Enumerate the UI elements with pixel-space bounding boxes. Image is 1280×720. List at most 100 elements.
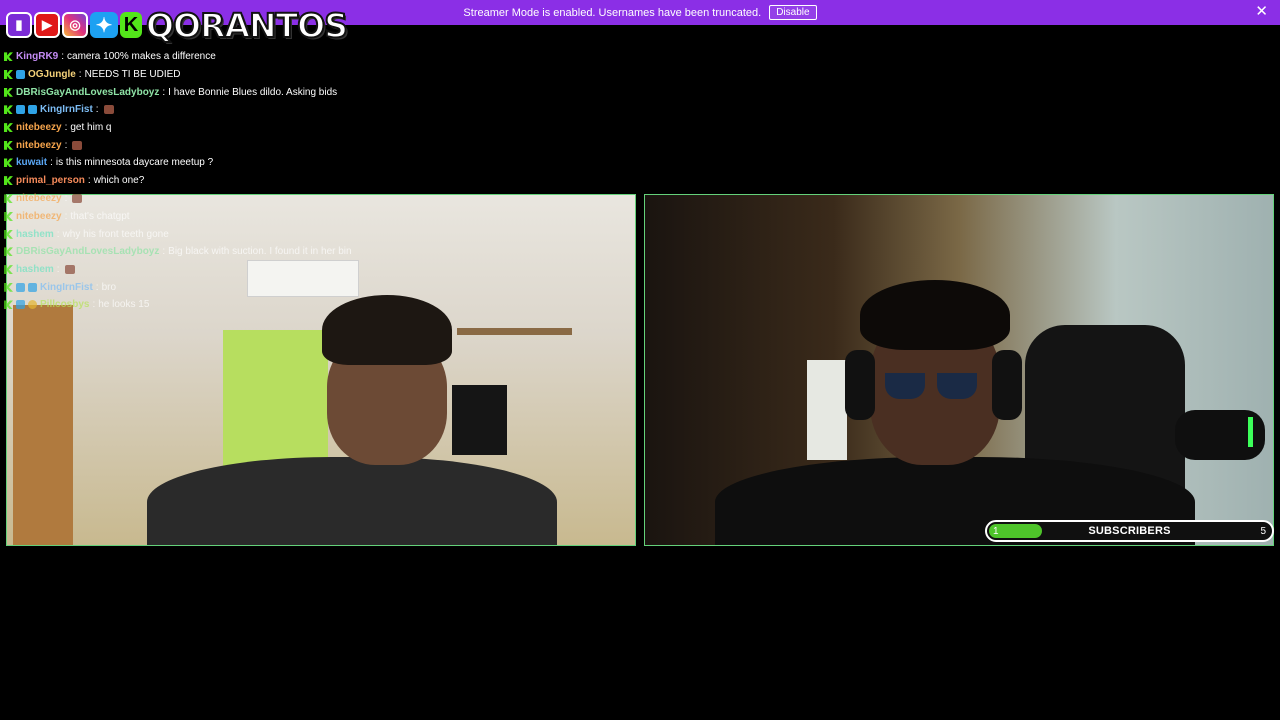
kick-badge-icon [4, 176, 13, 186]
chat-text: camera 100% makes a difference [67, 51, 216, 63]
chat-username[interactable]: KingIrnFist [40, 104, 93, 115]
subscriber-label: SUBSCRIBERS [1088, 525, 1171, 537]
chat-username[interactable]: DBRisGayAndLovesLadyboyz [16, 87, 159, 98]
chat-username[interactable]: KingRK9 [16, 51, 58, 62]
kick-badge-icon [4, 158, 13, 168]
blue-badge-icon [16, 300, 25, 310]
chat-message: DBRisGayAndLovesLadyboyz: I have Bonnie B… [4, 83, 644, 101]
blue-badge-icon [28, 105, 37, 115]
chat-separator: : [95, 281, 99, 293]
chat-separator: : [87, 175, 91, 187]
blue-badge-icon [16, 70, 25, 80]
chat-username[interactable]: OGJungle [28, 69, 76, 80]
chat-username[interactable]: hashem [16, 264, 54, 275]
sunglasses-right-lens [937, 373, 977, 399]
chat-username[interactable]: DBRisGayAndLovesLadyboyz [16, 246, 159, 257]
headphone-right [992, 350, 1022, 420]
chat-separator: : [64, 122, 68, 134]
chat-panel-overlay: nitebeezy: nitebeezy: that's chatgpt hashem… [4, 190, 644, 314]
microphone-led [1248, 417, 1253, 447]
chat-panel: KingRK9: camera 100% makes a difference OG… [4, 48, 644, 190]
emote-icon [103, 105, 114, 115]
chat-username[interactable]: nitebeezy [16, 193, 62, 204]
subscriber-goal-bar: 1 SUBSCRIBERS 5 [985, 520, 1274, 542]
television [452, 385, 507, 455]
blue-badge-icon [16, 105, 25, 115]
kick-badge-icon [4, 105, 13, 115]
emote-icon [72, 140, 83, 150]
person-right-hair [860, 280, 1010, 350]
emote-icon [64, 265, 75, 275]
twitch-icon: ▮ [6, 12, 32, 38]
chat-username[interactable]: KingIrnFist [40, 282, 93, 293]
blue-badge-icon [28, 282, 37, 292]
chat-separator: : [64, 193, 68, 205]
chat-message: OGJungle: NEEDS TI BE UDIED [4, 66, 644, 84]
chat-text: Big black with suction. I found it in he… [168, 246, 352, 258]
chat-text: which one? [93, 175, 145, 187]
chat-username[interactable]: primal_person [16, 175, 85, 186]
chat-message: DBRisGayAndLovesLadyboyz: Big black with … [4, 243, 644, 261]
chat-message: nitebeezy: that's chatgpt [4, 208, 644, 226]
chat-message: KingRK9: camera 100% makes a difference [4, 48, 644, 66]
headphone-left [845, 350, 875, 420]
chat-separator: : [162, 246, 166, 258]
sunglasses-left-lens [885, 373, 925, 399]
chat-text: NEEDS TI BE UDIED [84, 69, 181, 81]
chat-message: nitebeezy: get him q [4, 119, 644, 137]
chat-username[interactable]: nitebeezy [16, 122, 62, 133]
chat-message: kuwait: is this minnesota daycare meetup … [4, 154, 644, 172]
chat-separator: : [56, 264, 60, 276]
chat-message: KingIrnFist: [4, 101, 644, 119]
kick-icon: K [120, 12, 142, 38]
chat-username[interactable]: hashem [16, 229, 54, 240]
chat-text: he looks 15 [98, 299, 150, 311]
chat-text: bro [101, 281, 117, 293]
chat-text: get him q [70, 122, 112, 134]
chat-message: hashem: why his front teeth gone [4, 225, 644, 243]
instagram-icon: ◎ [62, 12, 88, 38]
chat-message: hashem: [4, 261, 644, 279]
chat-message: Pillcosbys: he looks 15 [4, 296, 644, 314]
chat-separator: : [64, 211, 68, 223]
kick-badge-icon [4, 229, 13, 239]
shelf [457, 328, 572, 335]
kick-badge-icon [4, 87, 13, 97]
kick-badge-icon [4, 300, 13, 310]
chat-message: primal_person: which one? [4, 172, 644, 190]
kick-badge-icon [4, 140, 13, 150]
chat-username[interactable]: nitebeezy [16, 140, 62, 151]
channel-logo: ▮ ▶ ◎ ✦ K QORANTOS [6, 5, 349, 46]
kick-badge-icon [4, 194, 13, 204]
kick-badge-icon [4, 123, 13, 133]
chat-text: why his front teeth gone [62, 228, 169, 240]
kick-badge-icon [4, 265, 13, 275]
chat-username[interactable]: nitebeezy [16, 211, 62, 222]
webcam-right [644, 194, 1274, 546]
person-left-body [147, 457, 557, 545]
chat-username[interactable]: Pillcosbys [40, 299, 89, 310]
chat-separator: : [78, 69, 82, 81]
twitter-icon: ✦ [90, 12, 118, 38]
streamer-mode-message: Streamer Mode is enabled. Usernames have… [463, 6, 762, 19]
chat-separator: : [64, 139, 68, 151]
emote-icon [72, 194, 83, 204]
chat-message: KingIrnFist: bro [4, 278, 644, 296]
disable-streamer-mode-button[interactable]: Disable [769, 5, 817, 20]
gold-badge-icon [28, 300, 37, 310]
chair-headrest [807, 360, 847, 460]
chat-text: I have Bonnie Blues dildo. Asking bids [168, 86, 338, 98]
chat-separator: : [61, 51, 65, 63]
kick-badge-icon [4, 282, 13, 292]
close-icon[interactable]: ✕ [1255, 4, 1268, 20]
chat-separator: : [92, 299, 96, 311]
chat-text: is this minnesota daycare meetup ? [55, 157, 214, 169]
youtube-icon: ▶ [34, 12, 60, 38]
chat-separator: : [162, 86, 166, 98]
blue-badge-icon [16, 282, 25, 292]
chat-separator: : [56, 228, 60, 240]
chat-text: that's chatgpt [70, 211, 130, 223]
kick-badge-icon [4, 247, 13, 257]
channel-name: QORANTOS [145, 5, 349, 46]
chat-username[interactable]: kuwait [16, 157, 47, 168]
